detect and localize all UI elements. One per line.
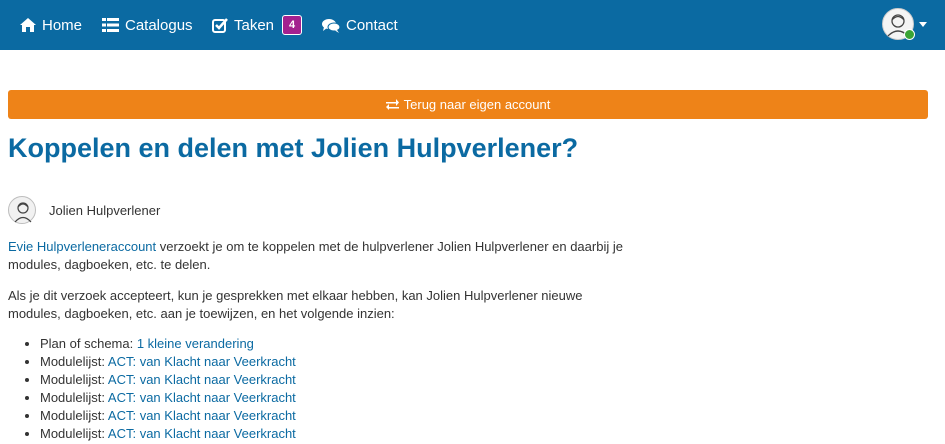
- counselor-profile: Jolien Hulpverlener: [8, 196, 160, 224]
- nav-taken-label: Taken: [234, 16, 275, 34]
- requester-link[interactable]: Evie Hulpverleneraccount: [8, 239, 156, 254]
- online-status-icon: [904, 29, 915, 40]
- request-paragraph: Evie Hulpverleneraccount verzoekt je om …: [8, 238, 628, 274]
- item-link[interactable]: ACT: van Klacht naar Veerkracht: [108, 372, 296, 387]
- chat-icon: [322, 18, 340, 33]
- user-avatar: [882, 8, 915, 40]
- back-to-own-account-button[interactable]: Terug naar eigen account: [8, 90, 928, 119]
- person-avatar-icon: [14, 202, 32, 223]
- item-link[interactable]: ACT: van Klacht naar Veerkracht: [108, 390, 296, 405]
- chevron-down-icon: [919, 21, 927, 27]
- list-icon: [102, 18, 119, 32]
- list-item: Modulelijst: ACT: van Klacht naar Veerkr…: [40, 353, 296, 371]
- item-link[interactable]: ACT: van Klacht naar Veerkracht: [108, 408, 296, 423]
- nav-catalogus[interactable]: Catalogus: [102, 0, 193, 50]
- item-prefix: Plan of schema:: [40, 336, 137, 351]
- nav-home[interactable]: Home: [20, 0, 82, 50]
- nav-contact-label: Contact: [346, 16, 398, 34]
- item-prefix: Modulelijst:: [40, 354, 108, 369]
- nav-home-label: Home: [42, 16, 83, 34]
- accept-paragraph: Als je dit verzoek accepteert, kun je ge…: [8, 288, 583, 321]
- list-item: Modulelijst: ACT: van Klacht naar Veerkr…: [40, 425, 296, 443]
- user-menu-toggle[interactable]: [882, 8, 927, 40]
- item-prefix: Modulelijst:: [40, 390, 108, 405]
- item-link[interactable]: ACT: van Klacht naar Veerkracht: [108, 354, 296, 369]
- home-icon: [20, 18, 36, 32]
- checkbox-icon: [212, 17, 228, 33]
- item-prefix: Modulelijst:: [40, 372, 108, 387]
- top-navbar: Home Catalogus Taken 4 Contact: [0, 0, 945, 50]
- item-prefix: Modulelijst:: [40, 408, 108, 423]
- list-item: Modulelijst: ACT: van Klacht naar Veerkr…: [40, 407, 296, 425]
- item-prefix: Modulelijst:: [40, 426, 108, 441]
- item-link[interactable]: ACT: van Klacht naar Veerkracht: [108, 426, 296, 441]
- taken-count-badge: 4: [282, 15, 303, 35]
- exchange-icon: [385, 99, 399, 110]
- list-item: Plan of schema: 1 kleine verandering: [40, 335, 296, 353]
- list-item: Modulelijst: ACT: van Klacht naar Veerkr…: [40, 389, 296, 407]
- list-item: Modulelijst: ACT: van Klacht naar Veerkr…: [40, 371, 296, 389]
- nav-catalogus-label: Catalogus: [125, 16, 193, 34]
- counselor-name: Jolien Hulpverlener: [49, 202, 161, 218]
- shared-items-list: Plan of schema: 1 kleine verandering Mod…: [27, 335, 296, 443]
- nav-taken[interactable]: Taken 4: [212, 0, 303, 50]
- page-title: Koppelen en delen met Jolien Hulpverlene…: [8, 133, 579, 163]
- counselor-avatar: [8, 196, 36, 224]
- back-button-label: Terug naar eigen account: [403, 97, 551, 112]
- item-link[interactable]: 1 kleine verandering: [137, 336, 254, 351]
- nav-contact[interactable]: Contact: [322, 0, 398, 50]
